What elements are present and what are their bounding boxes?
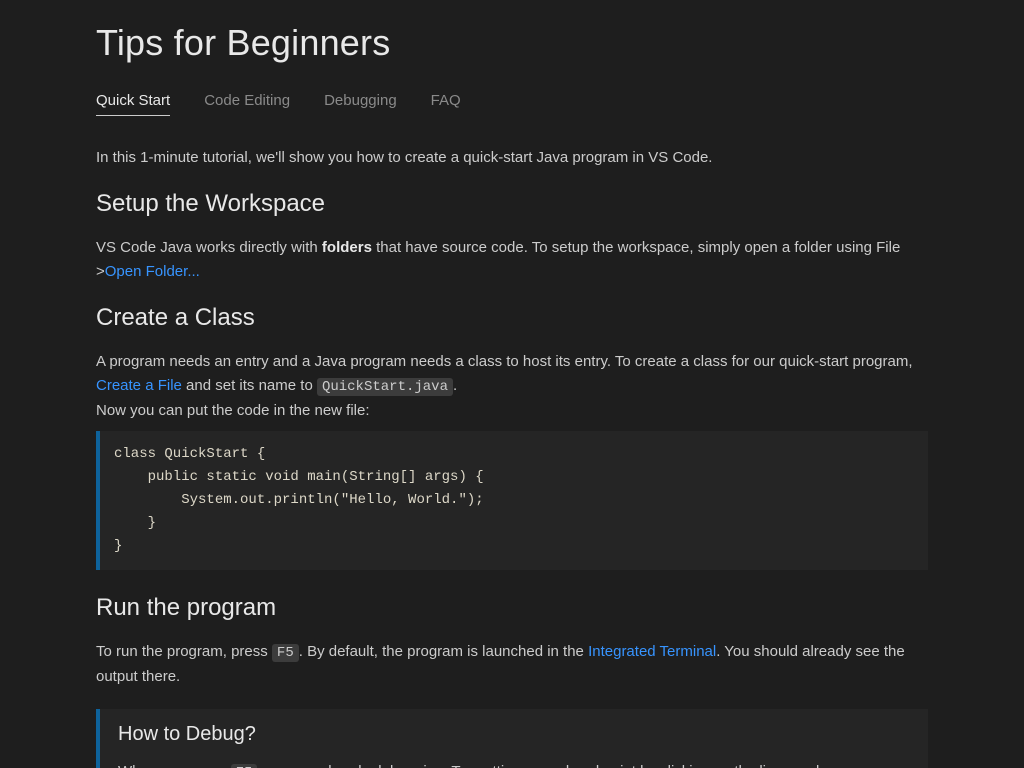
text: , you are already debugging. Try setting…: [257, 763, 845, 768]
section-run-heading: Run the program: [96, 594, 928, 622]
filename-code: QuickStart.java: [317, 378, 453, 396]
debug-callout: How to Debug? When you press F5, you are…: [96, 709, 928, 768]
page-title: Tips for Beginners: [96, 22, 928, 64]
tab-quick-start[interactable]: Quick Start: [96, 92, 170, 116]
f5-key: F5: [231, 764, 258, 768]
tab-faq[interactable]: FAQ: [431, 92, 461, 116]
text: . By default, the program is launched in…: [299, 643, 588, 660]
section-create-body: A program needs an entry and a Java prog…: [96, 350, 928, 423]
text: To run the program, press: [96, 643, 272, 660]
debug-callout-body: When you press F5, you are already debug…: [118, 760, 910, 768]
intro-text: In this 1-minute tutorial, we'll show yo…: [96, 146, 928, 170]
section-create-heading: Create a Class: [96, 304, 928, 332]
f5-key: F5: [272, 644, 299, 662]
text: Now you can put the code in the new file…: [96, 402, 370, 419]
tab-code-editing[interactable]: Code Editing: [204, 92, 290, 116]
text: A program needs an entry and a Java prog…: [96, 353, 913, 370]
text: and set its name to: [182, 377, 317, 394]
section-setup-body: VS Code Java works directly with folders…: [96, 236, 928, 284]
section-setup-heading: Setup the Workspace: [96, 190, 928, 218]
integrated-terminal-link[interactable]: Integrated Terminal: [588, 643, 716, 660]
text: When you press: [118, 763, 231, 768]
code-block-quickstart: class QuickStart { public static void ma…: [96, 431, 928, 570]
open-folder-link[interactable]: Open Folder...: [105, 263, 200, 280]
debug-callout-heading: How to Debug?: [118, 723, 910, 746]
text: .: [453, 377, 457, 394]
bold-folders: folders: [322, 239, 372, 256]
create-file-link[interactable]: Create a File: [96, 377, 182, 394]
tab-bar: Quick Start Code Editing Debugging FAQ: [96, 92, 928, 116]
tab-debugging[interactable]: Debugging: [324, 92, 397, 116]
text: VS Code Java works directly with: [96, 239, 322, 256]
section-run-body: To run the program, press F5. By default…: [96, 640, 928, 689]
